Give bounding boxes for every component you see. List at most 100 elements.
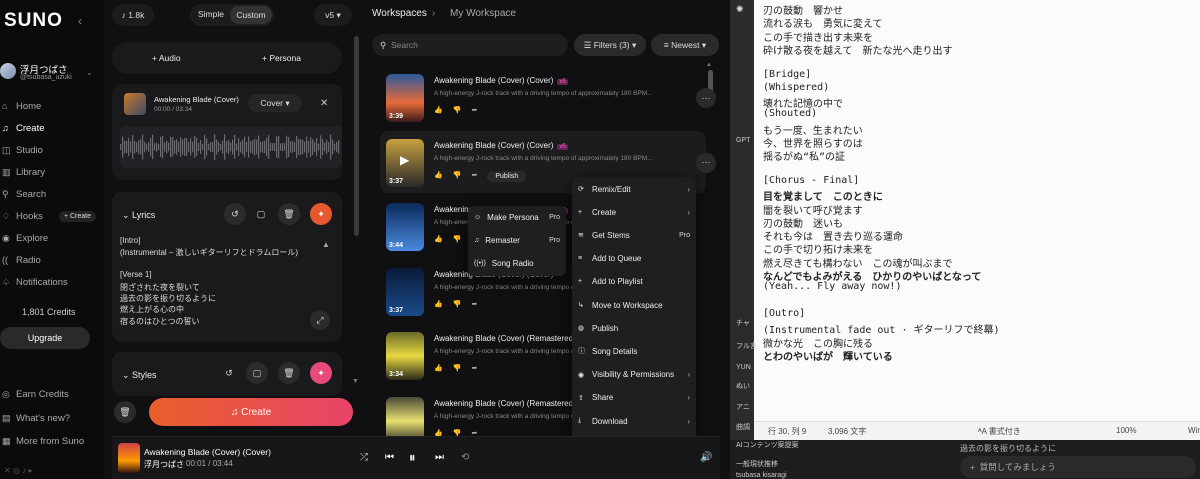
side-rail-label[interactable]: ぬい: [736, 381, 750, 391]
zoom-level[interactable]: 100%: [1116, 426, 1136, 435]
thumbs-up-icon[interactable]: 👍: [434, 300, 443, 308]
styles-toggle[interactable]: ⌄ Styles: [122, 370, 157, 381]
editor-line[interactable]: (Yeah... Fly away now!): [763, 281, 901, 292]
copy-styles-button[interactable]: ▢: [246, 362, 268, 384]
delete-styles-button[interactable]: 🗑: [278, 362, 300, 384]
share-icon[interactable]: ➦: [471, 106, 477, 114]
credits-pill[interactable]: ♪ 1.8k: [112, 4, 154, 26]
version-select[interactable]: v5 ▾: [314, 4, 352, 26]
menu-item-get-stems[interactable]: ≋ Get Stems Pro: [572, 224, 696, 246]
undo-styles-button[interactable]: ↺: [218, 362, 240, 384]
pause-icon[interactable]: ⏸: [409, 450, 416, 466]
song-thumbnail[interactable]: 3:44: [386, 203, 424, 251]
mode-simple-tab[interactable]: Simple: [198, 9, 224, 19]
player-title[interactable]: Awakening Blade (Cover) (Cover): [144, 447, 271, 457]
sidebar-item-notifications[interactable]: ♤ Notifications: [0, 272, 104, 292]
player-artist[interactable]: 浮月つばさ: [144, 459, 184, 470]
submenu-item-remaster[interactable]: ♫ Remaster Pro: [468, 229, 566, 251]
more-from-suno-link[interactable]: ▦ More from Suno: [0, 431, 104, 451]
menu-item-share[interactable]: ⇪ Share ›: [572, 387, 696, 409]
song-thumbnail[interactable]: 3:37 ▶: [386, 138, 424, 187]
scroll-up-icon[interactable]: ▲: [322, 240, 330, 249]
editor-line[interactable]: [Bridge]: [763, 69, 811, 80]
thumbs-down-icon[interactable]: 👎: [453, 106, 462, 114]
player-thumbnail[interactable]: [118, 443, 140, 473]
thumbs-up-icon[interactable]: 👍: [434, 106, 443, 114]
close-icon[interactable]: ✕: [320, 98, 328, 109]
menu-item-song-details[interactable]: ⓘ Song Details: [572, 340, 696, 362]
scroll-up-icon[interactable]: ▲: [706, 62, 712, 68]
create-button[interactable]: ♫ Create: [149, 398, 353, 426]
song-title[interactable]: Awakening Blade (Cover) (Cover)v5: [434, 76, 568, 85]
thumbs-down-icon[interactable]: 👎: [453, 300, 462, 308]
shuffle-icon[interactable]: ⤮: [360, 452, 368, 463]
thumbs-down-icon[interactable]: 👎: [453, 235, 462, 243]
cover-select[interactable]: Cover ▾: [248, 94, 302, 112]
menu-item-remix-edit[interactable]: ⟳ Remix/Edit ›: [572, 178, 696, 200]
editor-line[interactable]: 砕け散る夜を越えて 新たな光へ走り出す: [763, 42, 953, 57]
menu-item-add-to-playlist[interactable]: + Add to Playlist: [572, 271, 696, 293]
menu-item-visibility-permissions[interactable]: ◉ Visibility & Permissions ›: [572, 364, 696, 386]
menu-item-publish[interactable]: ◍ Publish: [572, 317, 696, 339]
openai-icon[interactable]: ✺: [736, 4, 744, 15]
thumbs-up-icon[interactable]: 👍: [434, 235, 443, 243]
editor-line[interactable]: (Whispered): [763, 82, 829, 93]
lyric-line[interactable]: 燃え上がる心の中: [120, 304, 184, 315]
lyric-line[interactable]: [Verse 1]: [120, 270, 152, 279]
previous-icon[interactable]: ⏮: [385, 452, 394, 463]
chevron-down-icon[interactable]: ⌄: [86, 68, 93, 77]
menu-item-move-to-workspace[interactable]: ↳ Move to Workspace: [572, 294, 696, 316]
sidebar-item-studio[interactable]: ◫ Studio: [0, 140, 104, 160]
more-options-icon[interactable]: ⋯: [696, 88, 716, 108]
hooks-create-badge[interactable]: + Create: [58, 210, 96, 222]
editor-line[interactable]: (Shouted): [763, 108, 817, 119]
side-rail-label[interactable]: 曲調: [736, 422, 750, 432]
volume-icon[interactable]: 🔊: [700, 452, 712, 463]
magic-styles-button[interactable]: ✦: [310, 362, 332, 384]
publish-button[interactable]: Publish: [487, 170, 527, 182]
breadcrumb-root[interactable]: Workspaces: [372, 8, 427, 19]
undo-button[interactable]: ↺: [224, 203, 246, 225]
chat-input[interactable]: + 質問してみましょう: [960, 456, 1196, 478]
side-rail-label[interactable]: GPT: [736, 137, 750, 144]
search-input[interactable]: ⚲ Search: [372, 34, 568, 56]
song-title[interactable]: Awakening Blade (Cover) (Remastered): [434, 399, 576, 408]
editor-line[interactable]: 揺るがぬ“私”の証: [763, 148, 845, 163]
thumbs-up-icon[interactable]: 👍: [434, 364, 443, 372]
clear-button[interactable]: 🗑: [114, 401, 136, 423]
waveform[interactable]: [120, 126, 342, 168]
earn-credits-link[interactable]: ◎ Earn Credits: [0, 384, 104, 404]
share-icon[interactable]: ➦: [471, 171, 477, 182]
next-icon[interactable]: ⏭: [435, 452, 444, 463]
repeat-icon[interactable]: ⟲: [461, 452, 469, 463]
delete-lyrics-button[interactable]: 🗑: [278, 203, 300, 225]
collapse-sidebar-icon[interactable]: ‹: [78, 14, 82, 28]
share-icon[interactable]: ➦: [471, 364, 477, 372]
side-rail-label[interactable]: チャ: [736, 318, 750, 328]
add-audio-button[interactable]: + Audio: [152, 53, 181, 63]
sort-button[interactable]: ≡ Newest ▾: [651, 34, 719, 56]
song-thumbnail[interactable]: 3:39: [386, 74, 424, 122]
sidebar-item-home[interactable]: ⌂ Home: [0, 96, 104, 116]
more-options-icon[interactable]: ⋯: [696, 152, 716, 173]
format-mode[interactable]: ᴬA 書式付き: [978, 426, 1021, 437]
whats-new-link[interactable]: ▤ What's new?: [0, 408, 104, 428]
menu-item-download[interactable]: ⤓ Download ›: [572, 410, 696, 432]
editor-line[interactable]: [Chorus - Final]: [763, 175, 859, 186]
song-thumbnail[interactable]: 3:37: [386, 267, 424, 316]
submenu-item-make-persona[interactable]: ☺ Make Persona Pro: [468, 206, 566, 228]
sidebar-item-radio[interactable]: ((Radio: [0, 250, 104, 270]
lyrics-toggle[interactable]: ⌄ Lyrics: [122, 210, 155, 221]
thumbs-down-icon[interactable]: 👎: [453, 364, 462, 372]
credits-count[interactable]: 1,801 Credits: [22, 307, 76, 317]
sidebar-item-hooks[interactable]: ♢ Hooks + Create: [0, 206, 104, 226]
song-thumbnail[interactable]: 3:34: [386, 332, 424, 380]
editor-line[interactable]: とわのやいばが 輝いている: [763, 348, 893, 363]
mode-custom-tab[interactable]: Custom: [230, 6, 272, 24]
encoding[interactable]: Win: [1188, 426, 1200, 435]
side-rail-label[interactable]: tsubasa kisaragi: [736, 472, 787, 479]
side-rail-label[interactable]: アニ: [736, 402, 750, 412]
play-icon[interactable]: ▶: [400, 153, 409, 167]
scroll-down-icon[interactable]: ▼: [352, 378, 359, 385]
submenu-item-song-radio[interactable]: ((•)) Song Radio: [468, 252, 566, 274]
